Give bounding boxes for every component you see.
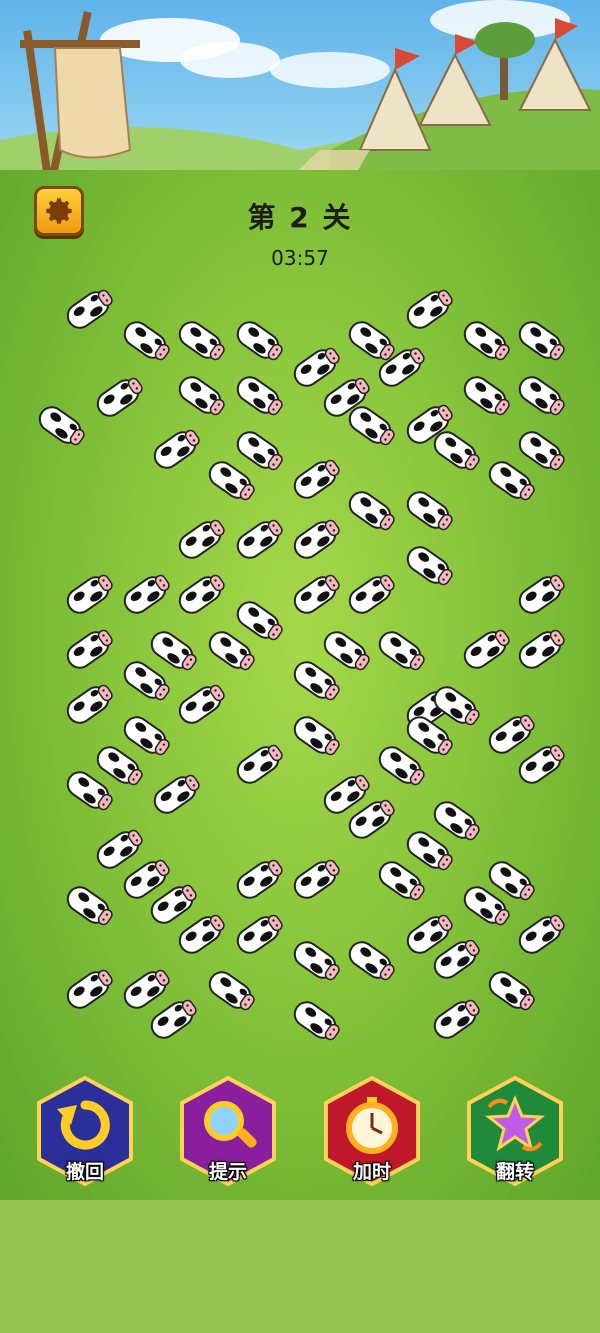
cow-tile[interactable] <box>202 631 258 671</box>
cow-tile[interactable] <box>144 631 200 671</box>
cow-tile[interactable] <box>427 686 483 726</box>
star-flip-icon <box>484 1095 546 1152</box>
cow-tile[interactable] <box>457 886 513 926</box>
cow-tile[interactable] <box>372 631 428 671</box>
cow-tile[interactable] <box>400 831 456 871</box>
cow-tile[interactable] <box>400 491 456 531</box>
bottom-bar <box>0 1200 600 1333</box>
cow-tile[interactable] <box>342 574 398 614</box>
cow-tile[interactable] <box>512 629 568 669</box>
cow-tile[interactable] <box>172 376 228 416</box>
cow-tile[interactable] <box>512 574 568 614</box>
cow-tile[interactable] <box>400 716 456 756</box>
cow-tile[interactable] <box>287 941 343 981</box>
countdown-timer: 03:57 <box>271 246 329 270</box>
cow-tile[interactable] <box>400 289 456 329</box>
cow-tile[interactable] <box>32 406 88 446</box>
cow-tile[interactable] <box>230 321 286 361</box>
cow-tile[interactable] <box>457 321 513 361</box>
cow-tile[interactable] <box>147 774 203 814</box>
flip-label: 翻转 <box>495 1161 534 1183</box>
cow-tile[interactable] <box>230 859 286 899</box>
cow-tile[interactable] <box>400 546 456 586</box>
cow-tile[interactable] <box>172 519 228 559</box>
cow-tile[interactable] <box>512 914 568 954</box>
cow-tile[interactable] <box>457 629 513 669</box>
cow-tile[interactable] <box>287 859 343 899</box>
undo-arrow-icon <box>57 1100 110 1150</box>
cow-tile[interactable] <box>482 971 538 1011</box>
cow-tile[interactable] <box>117 716 173 756</box>
cow-tile[interactable] <box>512 321 568 361</box>
hint-button[interactable]: 提示 <box>178 1075 278 1187</box>
cow-tile[interactable] <box>287 519 343 559</box>
cow-tile[interactable] <box>230 376 286 416</box>
flip-button[interactable]: 翻转 <box>465 1075 565 1187</box>
cow-tile[interactable] <box>287 1001 343 1041</box>
cow-tile[interactable] <box>427 939 483 979</box>
cow-tile[interactable] <box>482 714 538 754</box>
cow-tile[interactable] <box>427 431 483 471</box>
hint-label: 提示 <box>208 1161 247 1183</box>
cow-tile[interactable] <box>60 969 116 1009</box>
cow-tile[interactable] <box>457 376 513 416</box>
cow-tile[interactable] <box>60 886 116 926</box>
cow-tile[interactable] <box>90 377 146 417</box>
add-time-label: 加时 <box>352 1161 391 1183</box>
cow-tile[interactable] <box>117 969 173 1009</box>
cow-tile[interactable] <box>172 574 228 614</box>
cow-tile[interactable] <box>230 744 286 784</box>
cow-tile[interactable] <box>342 406 398 446</box>
cow-tile[interactable] <box>287 459 343 499</box>
cow-tile[interactable] <box>117 574 173 614</box>
undo-button[interactable]: 撤回 <box>35 1075 135 1187</box>
cow-tile[interactable] <box>60 684 116 724</box>
cow-tile[interactable] <box>202 971 258 1011</box>
level-title: 第 2 关 <box>247 201 353 234</box>
cow-tile[interactable] <box>342 491 398 531</box>
cow-tile[interactable] <box>230 431 286 471</box>
cow-tile[interactable] <box>342 799 398 839</box>
cow-tile[interactable] <box>287 661 343 701</box>
settings-button[interactable] <box>34 186 84 236</box>
cow-tile[interactable] <box>60 289 116 329</box>
cow-tile[interactable] <box>230 914 286 954</box>
cow-tile[interactable] <box>372 861 428 901</box>
cow-tile[interactable] <box>144 999 200 1039</box>
cow-tile[interactable] <box>372 746 428 786</box>
cow-tile[interactable] <box>482 461 538 501</box>
cow-tile[interactable] <box>287 574 343 614</box>
cow-tile[interactable] <box>512 744 568 784</box>
cow-tile[interactable] <box>144 884 200 924</box>
cow-tile[interactable] <box>287 347 343 387</box>
cow-tile[interactable] <box>117 321 173 361</box>
cow-tile[interactable] <box>427 999 483 1039</box>
cow-tile[interactable] <box>230 519 286 559</box>
gear-icon <box>46 198 72 224</box>
magnifier-icon <box>204 1101 257 1148</box>
cow-tile[interactable] <box>287 716 343 756</box>
hud: 第 2 关 03:57 <box>0 0 600 280</box>
powerup-toolbar: 撤回 提示 加时 翻转 <box>0 1075 600 1195</box>
cow-tile[interactable] <box>60 629 116 669</box>
cow-tile[interactable] <box>90 829 146 869</box>
cow-tile[interactable] <box>172 321 228 361</box>
cow-tile[interactable] <box>202 461 258 501</box>
stopwatch-icon <box>346 1097 398 1154</box>
cow-tile[interactable] <box>427 801 483 841</box>
cow-tile[interactable] <box>172 914 228 954</box>
cow-tile[interactable] <box>372 347 428 387</box>
cow-tile[interactable] <box>512 376 568 416</box>
cow-tile[interactable] <box>342 941 398 981</box>
cow-tile[interactable] <box>60 574 116 614</box>
cow-tile[interactable] <box>117 661 173 701</box>
add-time-button[interactable]: 加时 <box>322 1075 422 1187</box>
cow-tile[interactable] <box>172 684 228 724</box>
cow-tile[interactable] <box>90 746 146 786</box>
undo-label: 撤回 <box>65 1161 104 1183</box>
cow-tile[interactable] <box>230 601 286 641</box>
cow-tile[interactable] <box>147 429 203 469</box>
cow-tile[interactable] <box>512 431 568 471</box>
cow-tile[interactable] <box>317 631 373 671</box>
